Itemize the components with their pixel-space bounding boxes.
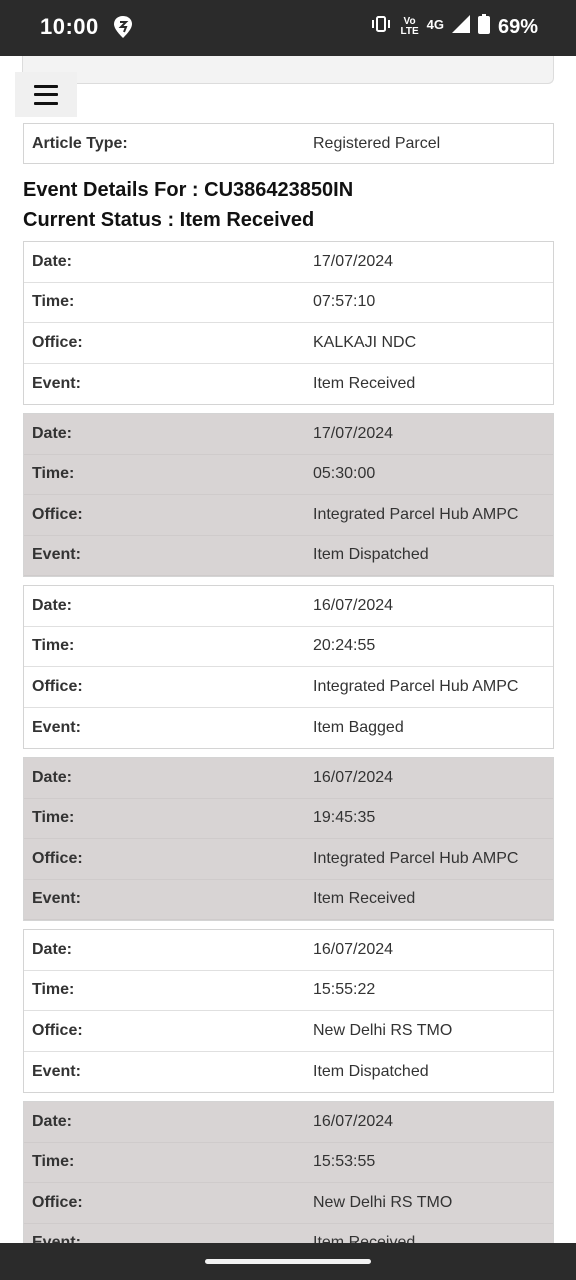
event-event-row: Event: Item Dispatched (24, 536, 553, 576)
office-value: Integrated Parcel Hub AMPC (313, 849, 519, 867)
office-label: Office: (32, 1021, 83, 1039)
time-label: Time: (32, 637, 75, 655)
event-event-row: Event: Item Received (24, 880, 553, 920)
office-value: New Delhi RS TMO (313, 1021, 453, 1039)
time-label: Time: (32, 1153, 75, 1171)
header-strip (22, 56, 554, 84)
event-value: Item Received (313, 374, 416, 392)
office-value: Integrated Parcel Hub AMPC (313, 505, 519, 523)
time-label: Time: (32, 981, 75, 999)
volte-indicator: Vo LTE (400, 17, 418, 37)
office-label: Office: (32, 505, 83, 523)
event-block: Date: 16/07/2024 Time: 15:55:22 Office: … (23, 929, 554, 1093)
time-value: 05:30:00 (313, 465, 376, 483)
swiggy-icon (112, 15, 134, 39)
event-label: Event: (32, 374, 81, 392)
article-type-row: Article Type: Registered Parcel (23, 123, 554, 164)
vibrate-icon (370, 15, 392, 39)
event-office-row: Office: Integrated Parcel Hub AMPC (24, 667, 553, 708)
status-time: 10:00 (40, 14, 99, 39)
event-label: Event: (32, 890, 81, 908)
event-event-row: Event: Item Bagged (24, 708, 553, 749)
event-value: Item Dispatched (313, 1062, 429, 1080)
event-label: Event: (32, 1062, 81, 1080)
event-office-row: Office: KALKAJI NDC (24, 323, 553, 364)
event-date-row: Date: 16/07/2024 (24, 758, 553, 799)
home-gesture-handle[interactable] (205, 1259, 371, 1264)
event-block: Date: 16/07/2024 Time: 19:45:35 Office: … (23, 757, 554, 921)
date-label: Date: (32, 1112, 73, 1130)
event-time-row: Time: 07:57:10 (24, 283, 553, 323)
event-time-row: Time: 19:45:35 (24, 799, 553, 839)
event-block: Date: 16/07/2024 Time: 15:53:55 Office: … (23, 1101, 554, 1265)
event-event-row: Event: Item Dispatched (24, 1052, 553, 1093)
office-label: Office: (32, 333, 83, 351)
event-date-row: Date: 16/07/2024 (24, 930, 553, 971)
battery-icon (477, 14, 490, 40)
time-label: Time: (32, 465, 75, 483)
date-label: Date: (32, 940, 73, 958)
event-list: Date: 17/07/2024 Time: 07:57:10 Office: … (23, 241, 554, 1265)
event-time-row: Time: 05:30:00 (24, 455, 553, 495)
event-office-row: Office: New Delhi RS TMO (24, 1011, 553, 1052)
date-value: 17/07/2024 (313, 252, 394, 270)
time-value: 15:53:55 (313, 1153, 376, 1171)
status-icons: Vo LTE 4G 69% (370, 14, 538, 40)
office-label: Office: (32, 677, 83, 695)
office-value: New Delhi RS TMO (313, 1193, 453, 1211)
event-label: Event: (32, 546, 81, 564)
volte-line2: LTE (400, 26, 419, 37)
event-date-row: Date: 16/07/2024 (24, 586, 553, 627)
time-value: 07:57:10 (313, 293, 376, 311)
date-value: 16/07/2024 (313, 1112, 394, 1130)
status-bar: 10:00 Vo LTE 4G 69% (0, 0, 576, 56)
date-label: Date: (32, 596, 73, 614)
date-value: 17/07/2024 (313, 424, 394, 442)
event-time-row: Time: 15:53:55 (24, 1143, 553, 1183)
event-block: Date: 16/07/2024 Time: 20:24:55 Office: … (23, 585, 554, 749)
event-value: Item Dispatched (313, 546, 429, 564)
battery-percent: 69% (497, 15, 538, 38)
hamburger-menu-icon (34, 84, 58, 105)
event-date-row: Date: 16/07/2024 (24, 1102, 553, 1143)
date-label: Date: (32, 424, 73, 442)
time-label: Time: (32, 809, 75, 827)
event-time-row: Time: 15:55:22 (24, 971, 553, 1011)
office-label: Office: (32, 849, 83, 867)
event-office-row: Office: Integrated Parcel Hub AMPC (24, 495, 553, 536)
time-value: 19:45:35 (313, 809, 376, 827)
date-value: 16/07/2024 (313, 940, 394, 958)
time-label: Time: (32, 293, 75, 311)
event-office-row: Office: Integrated Parcel Hub AMPC (24, 839, 553, 880)
event-details-heading: Event Details For : CU386423850IN Curren… (23, 175, 554, 235)
event-details-title: Event Details For : CU386423850IN (23, 179, 354, 201)
office-value: KALKAJI NDC (313, 333, 417, 351)
date-label: Date: (32, 768, 73, 786)
event-block: Date: 17/07/2024 Time: 05:30:00 Office: … (23, 413, 554, 577)
event-label: Event: (32, 718, 81, 736)
network-type: 4G (426, 16, 444, 32)
event-date-row: Date: 17/07/2024 (24, 242, 553, 283)
date-label: Date: (32, 252, 73, 270)
current-status: Current Status : Item Received (23, 209, 315, 231)
article-type-label: Article Type: (32, 134, 128, 152)
event-event-row: Event: Item Received (24, 364, 553, 405)
menu-button[interactable] (15, 72, 77, 117)
event-value: Item Received (313, 890, 416, 908)
tracking-content: Article Type: Registered Parcel Event De… (23, 123, 554, 1273)
article-type-value: Registered Parcel (313, 134, 441, 152)
event-time-row: Time: 20:24:55 (24, 627, 553, 667)
time-value: 20:24:55 (313, 637, 376, 655)
time-value: 15:55:22 (313, 981, 376, 999)
date-value: 16/07/2024 (313, 596, 394, 614)
event-office-row: Office: New Delhi RS TMO (24, 1183, 553, 1224)
event-date-row: Date: 17/07/2024 (24, 414, 553, 455)
signal-icon (451, 15, 470, 39)
office-label: Office: (32, 1193, 83, 1211)
date-value: 16/07/2024 (313, 768, 394, 786)
office-value: Integrated Parcel Hub AMPC (313, 677, 519, 695)
event-block: Date: 17/07/2024 Time: 07:57:10 Office: … (23, 241, 554, 405)
event-value: Item Bagged (313, 718, 404, 736)
navigation-bar (0, 1243, 576, 1280)
